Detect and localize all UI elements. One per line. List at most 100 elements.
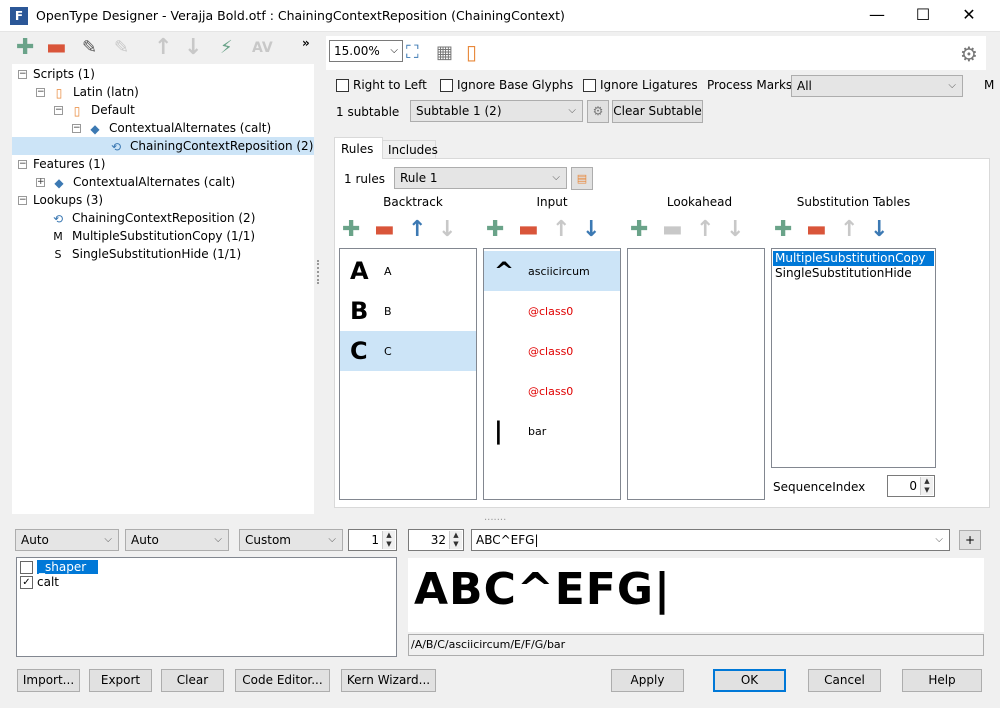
tree-lookup-multiple[interactable]: M MultipleSubstitutionCopy (1/1): [50, 227, 255, 245]
tree-feature-calt[interactable]: + ◆ ContextualAlternates (calt): [36, 173, 235, 191]
collapse-icon[interactable]: −: [18, 70, 27, 79]
move-up-icon[interactable]: ↑: [840, 218, 858, 242]
add-text-button[interactable]: +: [959, 530, 981, 550]
subst-table-item[interactable]: SingleSubstitutionHide: [773, 266, 934, 281]
clear-subtable-button[interactable]: Clear Subtable: [612, 100, 703, 123]
tree-calt[interactable]: − ◆ ContextualAlternates (calt): [72, 119, 271, 137]
settings-gear-icon[interactable]: ⚙: [960, 42, 978, 66]
rule-combo[interactable]: Rule 1 ⌵: [394, 167, 567, 189]
move-down-icon[interactable]: ↓: [582, 218, 600, 242]
class-item[interactable]: @class0: [484, 331, 620, 371]
glyph-item[interactable]: AA: [340, 251, 476, 291]
grid-icon[interactable]: ▦: [436, 42, 453, 63]
edit-script-icon[interactable]: ▯: [466, 40, 477, 64]
move-down-icon[interactable]: ↓: [438, 218, 456, 242]
tree-lookup-single[interactable]: S SingleSubstitutionHide (1/1): [50, 245, 242, 263]
move-up-icon[interactable]: ↑: [552, 218, 570, 242]
glyph-item[interactable]: BB: [340, 291, 476, 331]
count-spinner[interactable]: 1 ▲ ▼: [348, 529, 397, 551]
fit-icon[interactable]: ⛶: [406, 42, 419, 63]
script-combo[interactable]: Auto ⌵: [15, 529, 119, 551]
spin-arrows-icon[interactable]: ▲ ▼: [382, 531, 395, 549]
backtrack-list[interactable]: AA BB CC: [339, 248, 477, 500]
cancel-button[interactable]: Cancel: [808, 669, 881, 692]
kern-wizard-button[interactable]: Kern Wizard...: [341, 669, 436, 692]
code-editor-button[interactable]: Code Editor...: [235, 669, 330, 692]
font-size-spinner[interactable]: 32 ▲ ▼: [408, 529, 464, 551]
checkbox[interactable]: [20, 561, 33, 574]
move-down-icon[interactable]: ↓: [870, 218, 888, 242]
add-icon[interactable]: ✚: [774, 218, 792, 242]
mode-combo[interactable]: Custom ⌵: [239, 529, 343, 551]
tree-chaining-context-reposition[interactable]: ⟲ ChainingContextReposition (2): [12, 137, 314, 155]
sequence-index-spinner[interactable]: 0 ▲ ▼: [887, 475, 935, 497]
close-button[interactable]: ✕: [946, 0, 992, 32]
preview-text-input[interactable]: ABC^EFG| ⌵: [471, 529, 950, 551]
rule-editor-button[interactable]: ▤: [571, 167, 593, 190]
edit-tag-icon[interactable]: ✎: [82, 36, 97, 60]
glyph-string-field[interactable]: /A/B/C/asciicircum/E/F/G/bar: [408, 634, 984, 656]
feature-item-shaper[interactable]: _shaper: [20, 560, 99, 574]
tree-lookup-ccr[interactable]: ⟲ ChainingContextReposition (2): [50, 209, 255, 227]
tab-rules[interactable]: Rules: [334, 137, 383, 159]
clear-button[interactable]: Clear: [161, 669, 224, 692]
zoom-combo[interactable]: 15.00% ⌵: [329, 40, 403, 62]
auto-tag-icon[interactable]: ⚡: [220, 36, 233, 60]
help-button[interactable]: Help: [902, 669, 982, 692]
tree-scripts[interactable]: − Scripts (1): [18, 65, 95, 83]
maximize-button[interactable]: ☐: [900, 0, 946, 32]
move-down-icon[interactable]: ↓: [184, 36, 202, 60]
vertical-splitter[interactable]: [317, 260, 319, 284]
collapse-icon[interactable]: −: [36, 88, 45, 97]
lookup-tree[interactable]: − Scripts (1) − ▯ Latin (latn) − ▯ Default − ◆…: [12, 64, 314, 514]
ignore-base-checkbox[interactable]: Ignore Base Glyphs: [440, 78, 573, 92]
ok-button[interactable]: OK: [713, 669, 786, 692]
remove-icon[interactable]: ▬: [662, 218, 683, 242]
tab-includes[interactable]: Includes: [382, 140, 438, 159]
collapse-icon[interactable]: −: [18, 196, 27, 205]
remove-icon[interactable]: ▬: [518, 218, 539, 242]
checkbox-checked[interactable]: ✓: [20, 576, 33, 589]
move-up-icon[interactable]: ↑: [154, 36, 172, 60]
tag-check-icon[interactable]: ✎: [114, 36, 129, 60]
input-list[interactable]: ^ asciicircum @class0 @class0 @class0 | ba…: [483, 248, 621, 500]
add-icon[interactable]: ✚: [630, 218, 648, 242]
tree-features[interactable]: − Features (1): [18, 155, 105, 173]
ignore-ligatures-checkbox[interactable]: Ignore Ligatures: [583, 78, 698, 92]
add-icon[interactable]: ✚: [16, 36, 34, 60]
class-item[interactable]: @class0: [484, 291, 620, 331]
move-down-icon[interactable]: ↓: [726, 218, 744, 242]
glyph-item[interactable]: ^ asciicircum: [484, 251, 620, 291]
import-button[interactable]: Import...: [17, 669, 80, 692]
feature-list[interactable]: _shaper ✓ calt: [16, 557, 397, 657]
remove-icon[interactable]: ▬: [806, 218, 827, 242]
tree-default[interactable]: − ▯ Default: [54, 101, 135, 119]
expand-icon[interactable]: +: [36, 178, 45, 187]
subtable-combo[interactable]: Subtable 1 (2) ⌵: [410, 100, 583, 122]
feature-item-calt[interactable]: ✓ calt: [20, 575, 59, 589]
subst-table-item[interactable]: MultipleSubstitutionCopy: [773, 251, 934, 266]
process-marks-combo[interactable]: All ⌵: [791, 75, 963, 97]
collapse-icon[interactable]: −: [72, 124, 81, 133]
apply-button[interactable]: Apply: [611, 669, 684, 692]
subtable-settings-button[interactable]: ⚙: [587, 100, 609, 123]
glyph-item[interactable]: | bar: [484, 411, 620, 451]
language-combo[interactable]: Auto ⌵: [125, 529, 229, 551]
horizontal-splitter[interactable]: .......: [484, 512, 506, 523]
subst-tables-list[interactable]: MultipleSubstitutionCopy SingleSubstitut…: [771, 248, 936, 468]
collapse-icon[interactable]: −: [54, 106, 63, 115]
more-icon[interactable]: »: [302, 36, 310, 50]
spin-arrows-icon[interactable]: ▲ ▼: [449, 531, 462, 549]
collapse-icon[interactable]: −: [18, 160, 27, 169]
rtl-checkbox[interactable]: Right to Left: [336, 78, 427, 92]
spin-arrows-icon[interactable]: ▲ ▼: [920, 477, 933, 495]
lookahead-list[interactable]: [627, 248, 765, 500]
glyph-item[interactable]: CC: [340, 331, 476, 371]
class-item[interactable]: @class0: [484, 371, 620, 411]
tree-lookups[interactable]: − Lookups (3): [18, 191, 103, 209]
remove-icon[interactable]: ▬: [374, 218, 395, 242]
move-up-icon[interactable]: ↑: [696, 218, 714, 242]
add-icon[interactable]: ✚: [342, 218, 360, 242]
add-icon[interactable]: ✚: [486, 218, 504, 242]
minimize-button[interactable]: —: [854, 0, 900, 32]
